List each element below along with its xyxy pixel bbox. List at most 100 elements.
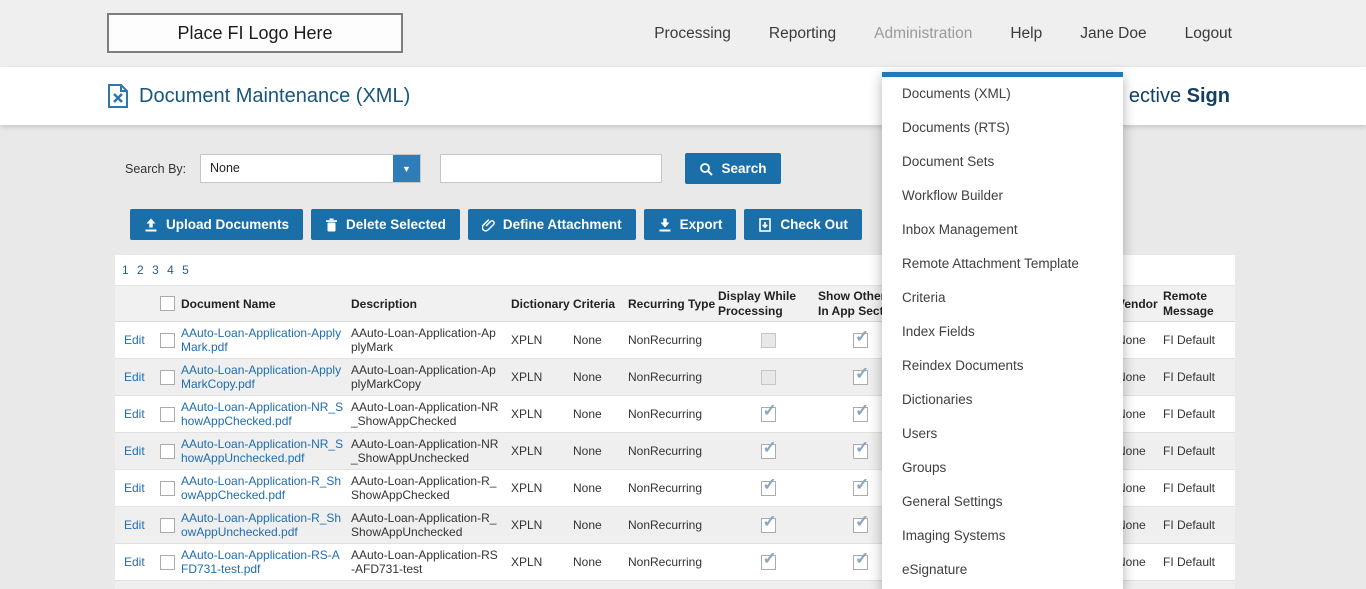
document-name-link[interactable]: AAuto-Loan-Application-NR_ShowAppChecked… <box>181 400 346 428</box>
define-attachment-button[interactable]: Define Attachment <box>467 209 636 240</box>
admin-menu-item[interactable]: Users <box>882 417 1123 451</box>
admin-menu-item[interactable]: Workflow Builder <box>882 179 1123 213</box>
admin-menu-item[interactable]: Imaging Systems <box>882 519 1123 553</box>
document-name-cell: AAuto-Loan-Application-ApplyMark.pdf <box>181 326 351 354</box>
search-icon <box>699 162 714 176</box>
display-while-processing-checkbox[interactable] <box>760 439 777 459</box>
document-name-cell: AAuto-Loan-Application-ApplyMarkCopy.pdf <box>181 363 351 391</box>
display-while-processing-checkbox[interactable] <box>760 513 777 533</box>
show-other-checkbox[interactable] <box>853 365 869 385</box>
document-name-link[interactable]: AAuto-Loan-Application-R_ShowAppChecked.… <box>181 474 346 502</box>
chevron-down-icon[interactable]: ▼ <box>393 155 420 182</box>
check-out-button[interactable]: Check Out <box>744 209 862 240</box>
criteria-cell: None <box>573 555 602 569</box>
edit-link[interactable]: Edit <box>124 481 145 495</box>
admin-menu-item[interactable]: Dictionaries <box>882 383 1123 417</box>
document-name-link[interactable]: AAuto-Loan-Application-R_ShowAppUnchecke… <box>181 511 346 539</box>
admin-menu-item[interactable]: Reindex Documents <box>882 349 1123 383</box>
nav-item-processing[interactable]: Processing <box>654 25 731 43</box>
export-button[interactable]: Export <box>643 209 737 240</box>
dictionary-cell: XPLN <box>511 518 543 532</box>
admin-menu-item[interactable]: Groups <box>882 451 1123 485</box>
page-link[interactable]: 3 <box>152 263 159 277</box>
row-checkbox[interactable] <box>159 443 175 459</box>
row-checkbox[interactable] <box>159 332 175 348</box>
display-while-processing-checkbox[interactable] <box>760 476 777 496</box>
display-while-processing-checkbox[interactable] <box>760 332 776 348</box>
delete-selected-button[interactable]: Delete Selected <box>311 209 460 240</box>
download-icon <box>658 218 672 232</box>
dictionary-cell: XPLN <box>511 370 543 384</box>
nav-item-administration[interactable]: Administration <box>874 25 972 43</box>
brand-text-regular: ective <box>1128 84 1182 107</box>
edit-link[interactable]: Edit <box>124 444 145 458</box>
row-checkbox[interactable] <box>159 517 175 533</box>
search-type-select[interactable]: None ▼ <box>200 154 421 183</box>
row-checkbox-cell <box>153 480 181 496</box>
page-link[interactable]: 4 <box>167 263 174 277</box>
select-all-checkbox[interactable] <box>159 296 175 311</box>
admin-menu-item[interactable]: Index Fields <box>882 315 1123 349</box>
admin-menu-item[interactable]: Remote Attachment Template <box>882 247 1123 281</box>
dictionary-cell: XPLN <box>511 555 543 569</box>
admin-menu-item[interactable]: Inbox Management <box>882 213 1123 247</box>
admin-menu-item[interactable]: eSignature <box>882 553 1123 587</box>
fi-logo-text: Place FI Logo Here <box>177 22 333 43</box>
description-cell: AAuto-Loan-Application-ApplyMarkCopy <box>351 362 496 391</box>
document-name-link[interactable]: AAuto-Loan-Application-RS-AFD731-test.pd… <box>181 548 346 576</box>
show-other-checkbox[interactable] <box>853 402 869 422</box>
row-checkbox-cell <box>153 369 181 385</box>
edit-link[interactable]: Edit <box>124 407 145 421</box>
admin-menu-item[interactable]: Documents (XML) <box>882 77 1123 111</box>
description-cell: AAuto-Loan-Application-ApplyMark <box>351 325 496 354</box>
edit-link[interactable]: Edit <box>124 333 145 347</box>
row-checkbox-cell <box>153 443 181 459</box>
admin-menu-item[interactable]: Criteria <box>882 281 1123 315</box>
remote-message-cell: FI Default <box>1163 370 1216 384</box>
display-while-processing-cell <box>718 476 818 496</box>
app-window: Place FI Logo Here Processing Reporting … <box>0 0 1366 589</box>
nav-item-reporting[interactable]: Reporting <box>769 25 836 43</box>
show-other-checkbox[interactable] <box>853 550 869 570</box>
page-link[interactable]: 1 <box>122 263 129 277</box>
admin-menu-item[interactable]: Documents (RTS) <box>882 111 1123 145</box>
column-header-display-while-processing: Display While Processing <box>718 288 797 318</box>
edit-cell: Edit <box>115 444 153 458</box>
page-link[interactable]: 2 <box>137 263 144 277</box>
paperclip-icon <box>481 218 495 232</box>
document-name-link[interactable]: AAuto-Loan-Application-NR_ShowAppUncheck… <box>181 437 346 465</box>
row-checkbox[interactable] <box>159 554 175 570</box>
nav-item-logout[interactable]: Logout <box>1185 25 1232 43</box>
display-while-processing-checkbox[interactable] <box>760 369 776 385</box>
edit-link[interactable]: Edit <box>124 370 145 384</box>
fi-logo-placeholder: Place FI Logo Here <box>107 13 403 53</box>
display-while-processing-checkbox[interactable] <box>760 402 777 422</box>
show-other-checkbox[interactable] <box>853 328 869 348</box>
row-checkbox[interactable] <box>159 480 175 496</box>
nav-item-user-jane-doe[interactable]: Jane Doe <box>1080 25 1146 43</box>
search-button[interactable]: Search <box>685 153 781 184</box>
toolbar: Upload Documents Delete Selected Define … <box>130 209 862 240</box>
recurring-type-cell: NonRecurring <box>628 481 703 495</box>
upload-documents-button[interactable]: Upload Documents <box>130 209 304 240</box>
document-name-link[interactable]: AAuto-Loan-Application-ApplyMarkCopy.pdf <box>181 363 346 391</box>
edit-link[interactable]: Edit <box>124 518 145 532</box>
search-input[interactable] <box>440 154 662 183</box>
display-while-processing-cell <box>718 550 818 570</box>
display-while-processing-cell <box>718 439 818 459</box>
document-name-link[interactable]: AAuto-Loan-Application-ApplyMark.pdf <box>181 326 346 354</box>
criteria-cell: None <box>573 518 602 532</box>
show-other-checkbox[interactable] <box>853 439 869 459</box>
admin-menu-item[interactable]: General Settings <box>882 485 1123 519</box>
show-other-checkbox[interactable] <box>853 513 869 533</box>
row-checkbox[interactable] <box>159 406 175 422</box>
nav-item-help[interactable]: Help <box>1010 25 1042 43</box>
search-button-label: Search <box>721 161 767 176</box>
row-checkbox[interactable] <box>159 369 175 385</box>
show-other-checkbox[interactable] <box>853 476 869 496</box>
admin-menu-item[interactable]: Document Sets <box>882 145 1123 179</box>
display-while-processing-checkbox[interactable] <box>760 550 777 570</box>
edit-link[interactable]: Edit <box>124 555 145 569</box>
page-link[interactable]: 5 <box>182 263 189 277</box>
row-checkbox-cell <box>153 332 181 348</box>
